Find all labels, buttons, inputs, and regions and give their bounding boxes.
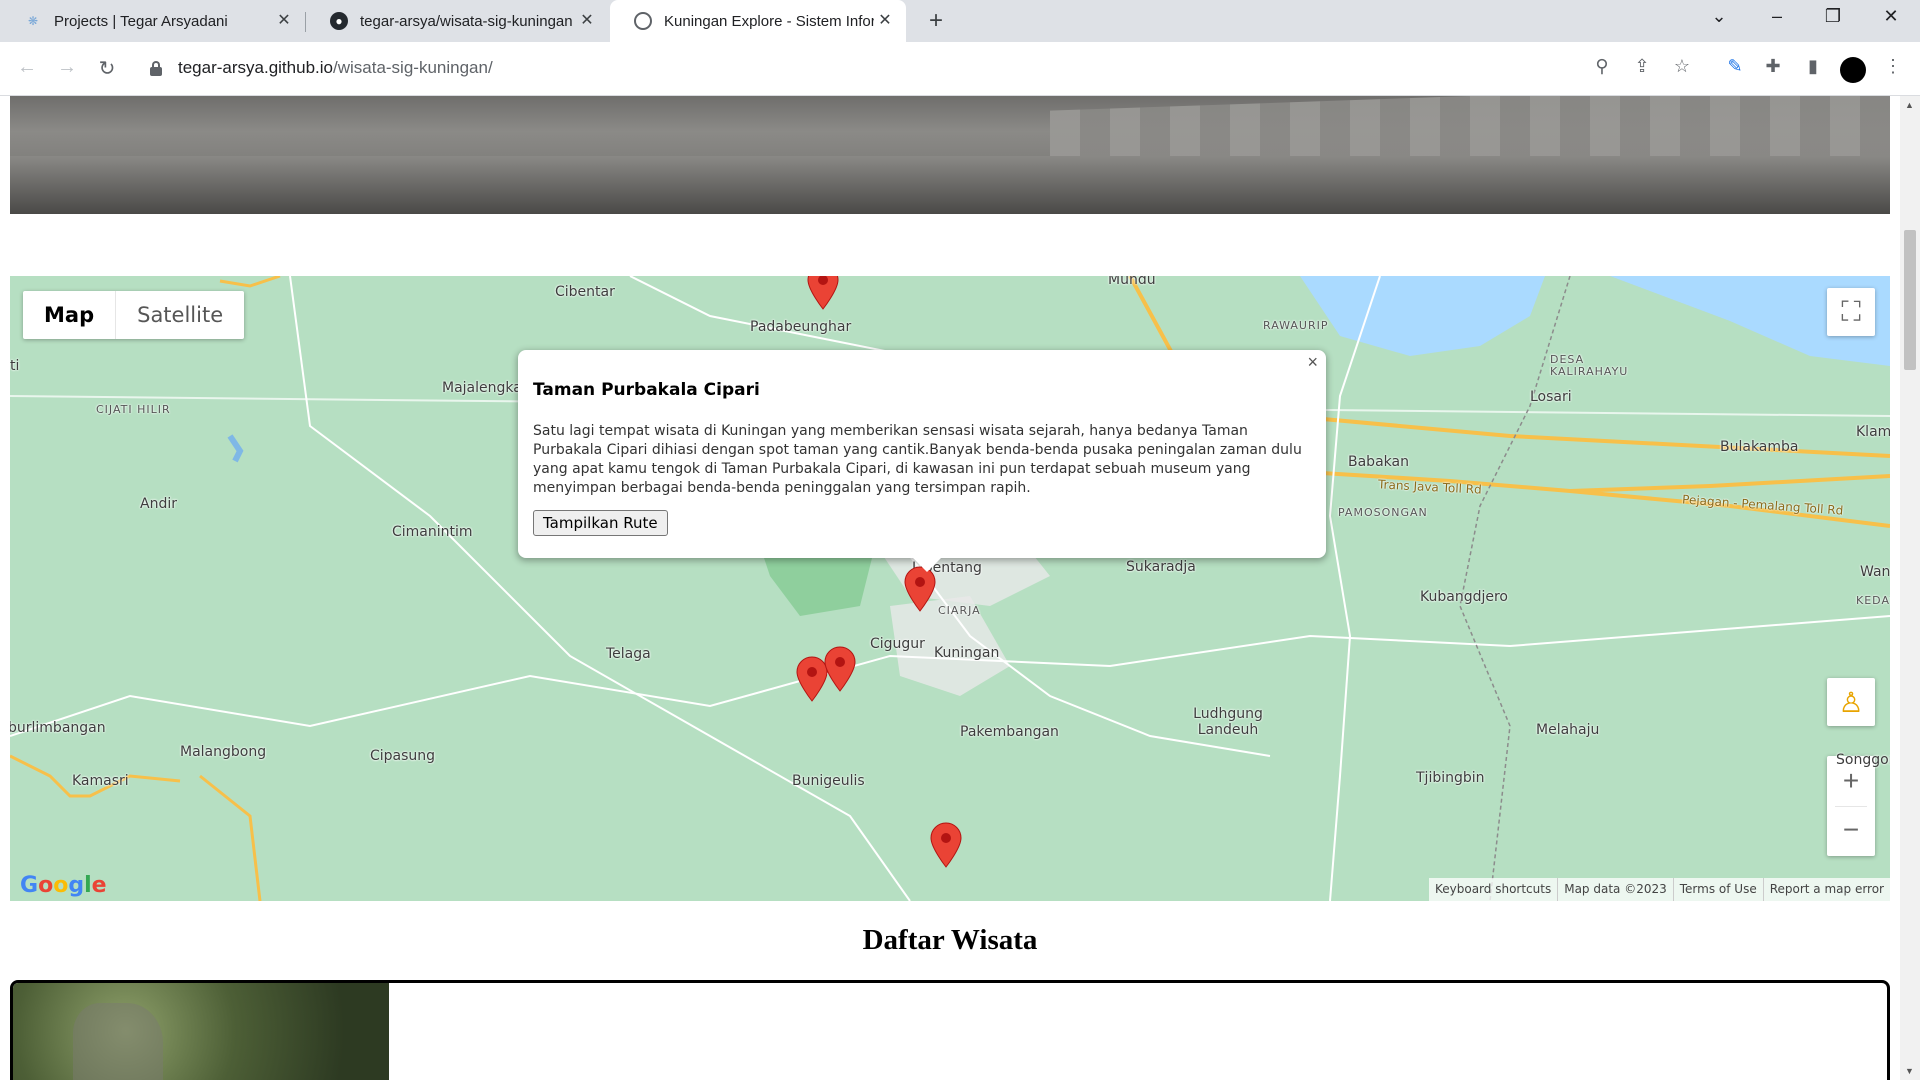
map-label: Cimanintim [392,524,473,540]
profile-avatar[interactable] [1840,57,1866,83]
map-label: KEDAW [1856,594,1890,607]
map-label: Bulakamba [1720,439,1799,455]
close-tab-icon[interactable]: ✕ [578,12,596,30]
map-type-map-button[interactable]: Map [23,291,115,339]
tab-title: Projects | Tegar Arsyadani [54,12,228,30]
github-icon: ● [330,12,348,30]
browser-toolbar: ← → ↻ tegar-arsya.github.io/wisata-sig-k… [0,42,1920,96]
map-label: Cibentar [555,284,615,300]
browser-tab-strip: ❋ Projects | Tegar Arsyadani ✕ ● tegar-a… [0,0,1920,42]
map-label: Klam [1856,424,1890,440]
tab-kuningan-explore[interactable]: Kuningan Explore - Sistem Inform ✕ [610,0,906,42]
new-tab-button[interactable]: + [922,8,950,36]
map-label: Tjibingbin [1416,770,1485,786]
show-route-button[interactable]: Tampilkan Rute [533,510,668,536]
tab-search-icon[interactable]: ⌄ [1704,6,1734,27]
restore-button[interactable]: ❐ [1818,6,1848,27]
scroll-up-icon[interactable]: ▲ [1905,100,1914,110]
map-marker[interactable] [823,646,857,692]
fullscreen-button[interactable]: ⛶ [1827,288,1875,336]
map-label: Kubangdjero [1420,589,1508,605]
tab-projects[interactable]: ❋ Projects | Tegar Arsyadani ✕ [0,0,305,42]
close-window-button[interactable]: ✕ [1876,6,1906,27]
address-bar[interactable]: tegar-arsya.github.io/wisata-sig-kuninga… [178,58,493,78]
map-label: Losari [1530,389,1572,405]
url-path: /wisata-sig-kuningan/ [332,58,493,77]
map-label: Bunigeulis [792,773,865,789]
side-panel-icon[interactable]: ▮ [1800,56,1826,77]
map-label: Kuningan [934,645,1000,661]
map-label: Majalengka [442,380,522,396]
map-type-control: Map Satellite [23,291,245,339]
tab-title: tegar-arsya/wisata-sig-kuningan [360,12,573,30]
info-window-description: Satu lagi tempat wisata di Kuningan yang… [533,423,1302,496]
map-label: ti [10,358,20,374]
keyboard-shortcuts-link[interactable]: Keyboard shortcuts [1429,878,1557,901]
share-icon[interactable]: ⇪ [1629,56,1655,77]
report-map-error-link[interactable]: Report a map error [1762,878,1890,901]
zoom-out-button[interactable]: − [1835,806,1867,856]
page-content: Map Satellite ⛶ ♙ + − Cibentar Padabeung… [0,96,1900,1080]
minimize-button[interactable]: – [1762,6,1792,27]
map-label: burlimbangan [10,720,106,736]
street-view-pegman-icon[interactable]: ♙ [1827,678,1875,726]
lock-icon[interactable] [150,61,162,76]
map-label: DESA KALIRAHAYU [1550,353,1629,378]
map-label: Songgom [1836,752,1890,768]
bookmark-star-icon[interactable]: ☆ [1669,56,1695,77]
map-label: Andir [140,496,177,512]
map-marker[interactable] [929,822,963,868]
map-label: Wana [1860,564,1890,580]
map-label: Padabeunghar [750,319,852,335]
map-type-satellite-button[interactable]: Satellite [115,291,244,339]
map-label: Telaga [606,646,651,662]
map-label: Malangbong [180,744,267,760]
reload-button[interactable]: ↻ [94,56,120,81]
google-logo[interactable]: Google [20,873,107,898]
map-info-window: × Taman Purbakala Cipari Satu lagi tempa… [518,350,1326,572]
section-title: Daftar Wisata [862,924,1038,956]
hero-image [10,96,1890,214]
url-host: tegar-arsya.github.io [178,58,333,77]
map-label: Pakembangan [960,724,1059,740]
map-label: Mundu [1108,276,1156,288]
zoom-controls: + − [1827,756,1875,856]
info-window-title: Taman Purbakala Cipari [533,380,760,400]
map-data-text: Map data ©2023 [1557,878,1673,901]
close-icon[interactable]: × [1307,352,1318,373]
map-label: PAMOSONGAN [1338,506,1428,519]
map-label: Cigugur [870,636,925,652]
scrollbar-thumb[interactable] [1904,230,1916,370]
map-label: Cipasung [370,748,436,764]
close-tab-icon[interactable]: ✕ [275,12,293,30]
map-label: RAWAURIP [1263,319,1329,332]
map-label: Kamasri [72,773,129,789]
map-attribution: Keyboard shortcuts Map data ©2023 Terms … [1428,878,1890,901]
menu-kebab-icon[interactable]: ⋮ [1880,56,1906,77]
location-icon[interactable]: ⚲ [1589,56,1615,77]
tab-github[interactable]: ● tegar-arsya/wisata-sig-kuningan ✕ [306,0,608,42]
back-button[interactable]: ← [14,56,40,79]
extensions-puzzle-icon[interactable]: ✚ [1760,56,1786,77]
map-label: Sukaradja [1126,559,1196,575]
map-marker[interactable] [903,566,937,612]
page-scrollbar[interactable]: ▲ ▼ [1900,96,1920,1080]
map-label: Melahaju [1536,722,1600,738]
map-marker[interactable] [806,276,840,310]
map-label: CIARJA [938,604,981,617]
google-map[interactable]: Map Satellite ⛶ ♙ + − Cibentar Padabeung… [10,276,1890,901]
tegar-logo-icon: ❋ [27,14,39,28]
terms-of-use-link[interactable]: Terms of Use [1672,878,1763,901]
tourism-card[interactable] [10,980,1890,1080]
tab-title: Kuningan Explore - Sistem Inform [664,12,874,30]
map-label: Babakan [1348,454,1409,470]
tourism-card-image [13,983,389,1080]
forward-button[interactable]: → [54,56,80,79]
globe-icon [634,12,652,30]
scroll-down-icon[interactable]: ▼ [1905,1066,1914,1076]
map-label: Ludhgung Landeuh [1193,706,1263,738]
close-tab-icon[interactable]: ✕ [876,12,894,30]
extension-pen-icon[interactable]: ✎ [1722,56,1748,77]
map-label: CIJATI HILIR [96,403,171,416]
